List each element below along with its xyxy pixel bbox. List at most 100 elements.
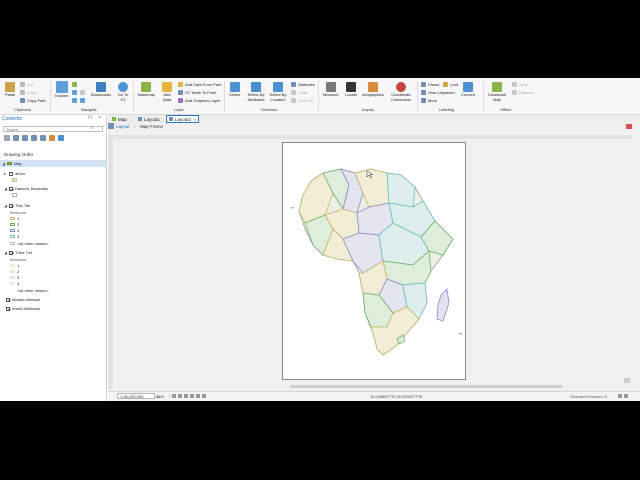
clipboard-group-label: Clipboard <box>14 107 32 112</box>
layout-icon <box>138 117 142 121</box>
table-icon <box>178 90 183 95</box>
attributes-icon <box>291 82 296 87</box>
crosshair-icon <box>118 82 128 92</box>
binoculars-icon <box>346 82 356 92</box>
layer-world-hillshade[interactable]: World Hillshade <box>6 306 40 311</box>
cut-button[interactable]: Cut <box>20 82 33 87</box>
view-unplaced-button[interactable]: View Unplaced <box>421 90 455 95</box>
paste-button[interactable]: Paste <box>5 82 15 98</box>
layer-dashed-boundary[interactable]: ◢ Dashed_Boundary <box>4 186 48 191</box>
visibility-checkbox[interactable] <box>6 306 10 311</box>
scale-input[interactable]: 1:35,000,000 <box>117 393 155 399</box>
selected-features-count[interactable]: Selected Features: 0 <box>570 394 607 399</box>
auto-hide-icon[interactable]: ⊓ <box>88 115 92 121</box>
tab-layout3[interactable]: Layout3 × <box>166 115 200 123</box>
cursor-coordinates: 11.0265017°E 26.3701077°N <box>370 394 422 399</box>
map-frame[interactable] <box>283 143 467 381</box>
visibility-checkbox[interactable] <box>9 186 13 191</box>
lock-icon <box>443 82 448 87</box>
visibility-checkbox[interactable] <box>6 297 10 302</box>
close-icon[interactable]: × <box>98 115 101 121</box>
layer-africa[interactable]: ▸ africa <box>4 171 25 176</box>
measure-button[interactable]: Measure <box>323 82 339 98</box>
next-extent-button[interactable] <box>80 98 87 103</box>
copy-button[interactable]: Copy <box>20 90 36 95</box>
convert-icon <box>463 82 473 92</box>
list-charts-icon[interactable] <box>58 135 64 141</box>
add-graphics-layer-button[interactable]: Add Graphics Layer <box>178 98 220 103</box>
list-snapping-icon[interactable] <box>40 135 46 141</box>
copy-path-button[interactable]: Copy Path <box>20 98 46 103</box>
coordinate-conversion-button[interactable]: Coordinate Conversion <box>390 82 412 102</box>
basemap-button[interactable]: Basemap <box>138 82 155 98</box>
fixed-zoom-out-icon[interactable] <box>178 394 182 398</box>
refresh-icon[interactable] <box>202 394 206 398</box>
select-by-attributes-button[interactable]: Select By Attributes <box>246 82 266 102</box>
chevron-down-icon[interactable]: ⌄ <box>168 393 171 398</box>
layout-page[interactable] <box>282 142 466 380</box>
clear-selection-button[interactable]: Clear <box>291 90 308 95</box>
zoom-to-selection-button[interactable]: Zoom To <box>291 98 314 103</box>
thin-tint-other: <all other values> <box>10 241 49 246</box>
more-icon <box>421 98 426 103</box>
pause-drawing-icon[interactable] <box>618 394 622 398</box>
xy-table-to-point-button[interactable]: XY Table To Point <box>178 90 216 95</box>
dashed-boundary-symbol <box>12 193 19 197</box>
tab-map[interactable]: Map <box>110 115 129 123</box>
thin-tint-class: 2 <box>10 222 19 227</box>
zoom-selected-button[interactable] <box>72 90 79 95</box>
goto-xy-button[interactable]: Go To XY <box>116 82 130 102</box>
fixed-zoom-in-icon[interactable] <box>172 394 176 398</box>
add-data-from-path-button[interactable]: Add Data From Path <box>178 82 221 87</box>
list-selection-icon[interactable] <box>22 135 28 141</box>
list-source-icon[interactable] <box>13 135 19 141</box>
zoom-full-button[interactable] <box>72 82 79 87</box>
infographics-button[interactable]: Infographics <box>362 82 384 98</box>
explore-button[interactable]: Explore <box>55 81 69 99</box>
close-activation-icon[interactable] <box>626 124 632 129</box>
select-button[interactable]: Select <box>229 82 240 98</box>
search-icon[interactable]: ⌕ <box>91 125 94 130</box>
copy-icon <box>20 90 25 95</box>
attributes-button[interactable]: Attributes <box>291 82 315 87</box>
layer-thick-tint[interactable]: ◢ Thick Tint <box>4 250 32 255</box>
pause-icon <box>421 82 426 87</box>
map-icon <box>112 117 116 121</box>
layer-modern-antique[interactable]: Modern Antique <box>6 297 40 302</box>
visibility-checkbox[interactable] <box>9 203 13 208</box>
select-by-location-button[interactable]: Select By Location <box>268 82 288 102</box>
visibility-checkbox[interactable] <box>9 250 13 255</box>
bookmarks-button[interactable]: Bookmarks <box>91 82 111 98</box>
unplaced-icon <box>421 90 426 95</box>
previous-extent-icon[interactable] <box>190 394 194 398</box>
remove-button[interactable]: Remove <box>512 90 534 95</box>
layer-thin-tint[interactable]: ◢ Thin Tint <box>4 203 30 208</box>
close-icon[interactable]: × <box>194 117 196 122</box>
breadcrumb-map-frame[interactable]: Map Frame <box>140 124 163 129</box>
list-labeling-icon[interactable] <box>49 135 55 141</box>
lock-labels-button[interactable]: Lock <box>443 82 458 87</box>
refresh-icon[interactable] <box>624 394 628 398</box>
zoom-level[interactable]: 86% <box>156 394 164 399</box>
coordinate-icon <box>396 82 406 92</box>
convert-button[interactable]: Convert <box>461 82 475 98</box>
breadcrumb-layout[interactable]: Layout <box>116 124 130 129</box>
more-labeling-button[interactable]: More <box>421 98 437 103</box>
zoom-out-button[interactable] <box>80 90 87 95</box>
locate-button[interactable]: Locate <box>345 82 357 98</box>
list-editing-icon[interactable] <box>31 135 37 141</box>
visibility-checkbox[interactable] <box>9 171 13 176</box>
map-node[interactable]: ◢ Map <box>2 161 22 166</box>
status-bar: 1:35,000,000 ⌄ 86% ⌄ 11.0265017°E 26.370… <box>108 391 640 401</box>
tab-layout1[interactable]: Layout1 <box>136 115 162 123</box>
full-extent-icon[interactable] <box>184 394 188 398</box>
sync-button[interactable]: Sync <box>512 82 528 87</box>
previous-extent-button[interactable] <box>72 98 79 103</box>
download-map-button[interactable]: Download Map <box>487 82 507 102</box>
search-input[interactable]: Search <box>3 126 103 132</box>
list-drawing-order-icon[interactable] <box>4 135 10 141</box>
horizontal-scrollbar[interactable] <box>290 385 562 388</box>
pause-labeling-button[interactable]: Pause <box>421 82 439 87</box>
add-data-button[interactable]: Add Data <box>160 82 174 102</box>
next-extent-icon[interactable] <box>196 394 200 398</box>
